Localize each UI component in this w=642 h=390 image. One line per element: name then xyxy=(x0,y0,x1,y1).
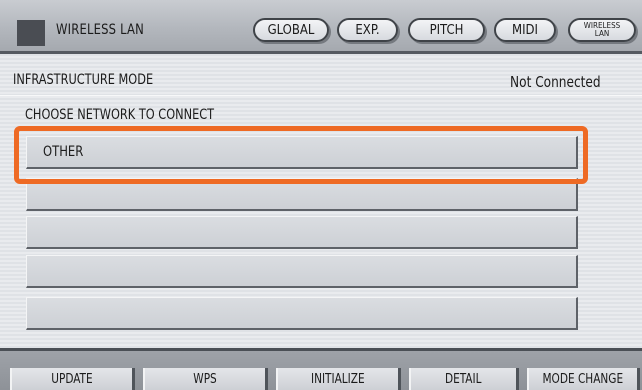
tab-pitch-label: PITCH xyxy=(429,22,464,38)
update-button[interactable]: UPDATE xyxy=(10,368,135,390)
page-title: WIRELESS LAN xyxy=(56,22,144,38)
network-item[interactable] xyxy=(26,216,578,249)
tab-wireless-lan[interactable]: WIRELESS LAN xyxy=(568,18,636,42)
divider xyxy=(0,95,642,96)
detail-button[interactable]: DETAIL xyxy=(409,368,519,390)
network-item[interactable] xyxy=(26,297,578,330)
choose-network-label: CHOOSE NETWORK TO CONNECT xyxy=(25,107,215,123)
tab-exp[interactable]: EXP. xyxy=(337,18,398,42)
wps-button-label: WPS xyxy=(193,371,217,387)
network-item[interactable] xyxy=(26,255,578,288)
selection-highlight xyxy=(14,126,588,184)
header-bar: WIRELESS LAN GLOBAL EXP. PITCH MIDI WIRE… xyxy=(0,0,642,54)
wireless-lan-screen: WIRELESS LAN GLOBAL EXP. PITCH MIDI WIRE… xyxy=(0,0,642,390)
connection-status: Not Connected xyxy=(510,73,601,91)
mode-change-button[interactable]: MODE CHANGE xyxy=(527,368,640,390)
initialize-button[interactable]: INITIALIZE xyxy=(276,368,401,390)
wps-button[interactable]: WPS xyxy=(143,368,268,390)
mode-label: INFRASTRUCTURE MODE xyxy=(13,72,154,88)
tab-exp-label: EXP. xyxy=(355,22,380,38)
tab-global-label: GLOBAL xyxy=(267,22,315,38)
tab-wireless-lan-label-line2: LAN xyxy=(594,29,610,38)
tab-midi[interactable]: MIDI xyxy=(494,18,556,42)
update-button-label: UPDATE xyxy=(51,371,93,387)
tab-pitch[interactable]: PITCH xyxy=(408,18,485,42)
detail-button-label: DETAIL xyxy=(445,371,482,387)
tab-midi-label: MIDI xyxy=(512,22,538,38)
wireless-lan-icon xyxy=(17,20,45,46)
tab-global[interactable]: GLOBAL xyxy=(253,18,329,42)
initialize-button-label: INITIALIZE xyxy=(311,371,365,387)
mode-change-button-label: MODE CHANGE xyxy=(542,371,624,387)
